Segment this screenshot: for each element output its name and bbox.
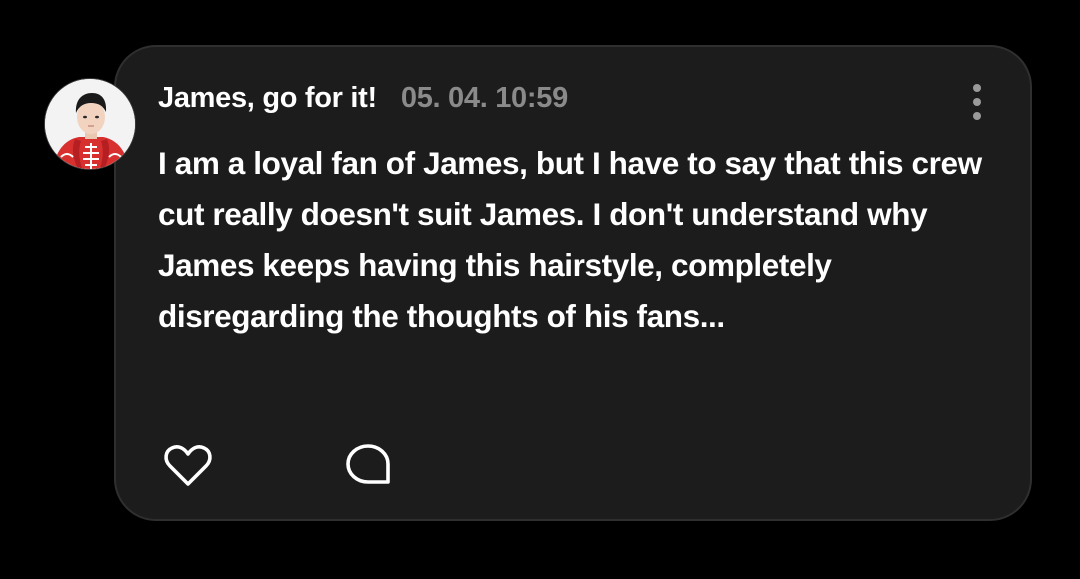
timestamp: 05. 04. 10:59 (400, 82, 568, 114)
screen: James, go for it! 05. 04. 10:59 I am a l… (0, 0, 1080, 579)
comment-bubble-icon (346, 444, 390, 484)
like-button[interactable] (160, 440, 216, 492)
more-options-button[interactable] (964, 82, 990, 122)
comment-header: James, go for it! 05. 04. 10:59 (158, 82, 568, 122)
reply-button[interactable] (342, 440, 396, 490)
avatar-image (45, 79, 135, 169)
comment-text: I am a loyal fan of James, but I have to… (158, 145, 982, 334)
avatar[interactable] (44, 78, 136, 170)
author-name[interactable]: James, go for it! (158, 82, 377, 115)
heart-outline-icon (164, 445, 212, 486)
